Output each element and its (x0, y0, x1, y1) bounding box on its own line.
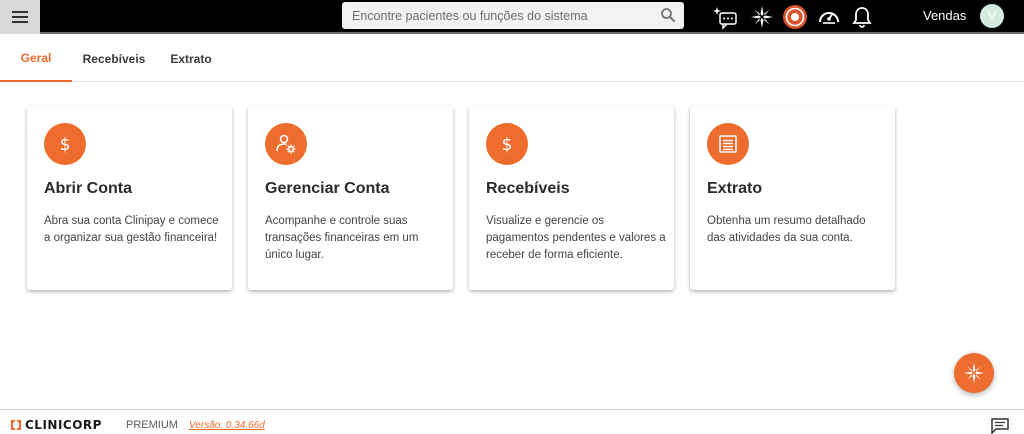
logo-text: CLINICORP (25, 418, 102, 432)
svg-text:$: $ (60, 135, 71, 155)
top-bar: Vendas V (0, 0, 1024, 34)
chat-icon[interactable] (991, 418, 1009, 434)
speedometer-icon (819, 12, 839, 24)
clinicorp-logo: CLINICORP (10, 418, 102, 432)
ai-chat-icon (713, 7, 737, 30)
card-description: Acompanhe e controle suas transações fin… (265, 215, 419, 261)
avatar[interactable]: V (980, 4, 1004, 28)
ai-chat-button[interactable] (712, 4, 738, 30)
document-list-icon (719, 135, 737, 153)
ai-assistant-fab[interactable] (954, 353, 994, 393)
record-icon (783, 5, 807, 29)
plan-label: PREMIUM (126, 419, 178, 431)
card-title: Extrato (707, 180, 763, 197)
version-link[interactable]: Versão: 0.34.66d (189, 420, 265, 431)
sparkle-icon (751, 6, 773, 28)
search-box (342, 2, 684, 29)
dollar-icon: $ (502, 135, 513, 155)
tab-bar: Geral Recebíveis Extrato (0, 36, 1024, 82)
notifications-button[interactable] (849, 4, 875, 30)
card-recebiveis[interactable]: $ Recebíveis Visualize e gerencie os pag… (469, 106, 674, 290)
footer: CLINICORP PREMIUM Versão: 0.34.66d (0, 409, 1024, 434)
svg-text:$: $ (502, 135, 513, 155)
card-title: Gerenciar Conta (265, 180, 390, 197)
sparkle-icon (963, 362, 985, 384)
card-title: Recebíveis (486, 180, 570, 197)
tab-recebiveis[interactable]: Recebíveis (72, 36, 156, 82)
menu-button[interactable] (0, 0, 40, 34)
search-input[interactable] (352, 8, 652, 23)
logo-mark-icon (11, 420, 21, 430)
dollar-icon: $ (60, 135, 71, 155)
card-description: Visualize e gerencie os pagamentos pende… (486, 215, 666, 261)
card-icon-circle: $ (44, 123, 86, 165)
card-abrir-conta[interactable]: $ Abrir Conta Abra sua conta Clinipay e … (27, 106, 232, 290)
speedometer-button[interactable] (816, 4, 842, 30)
card-icon-circle (265, 123, 307, 165)
card-icon-circle (707, 123, 749, 165)
card-gerenciar-conta[interactable]: Gerenciar Conta Acompanhe e controle sua… (248, 106, 453, 290)
card-title: Abrir Conta (44, 180, 132, 197)
tab-extrato[interactable]: Extrato (156, 36, 226, 82)
card-description: Abra sua conta Clinipay e comece a organ… (44, 215, 219, 244)
card-icon-circle: $ (486, 123, 528, 165)
bell-icon (852, 7, 872, 28)
user-settings-icon (276, 134, 296, 154)
card-extrato[interactable]: Extrato Obtenha um resumo detalhado das … (690, 106, 895, 290)
tab-geral[interactable]: Geral (0, 36, 72, 82)
user-name[interactable]: Vendas (923, 8, 966, 23)
card-description: Obtenha um resumo detalhado das atividad… (707, 215, 866, 244)
sparkle-button[interactable] (749, 4, 775, 30)
record-button[interactable] (782, 4, 808, 30)
search-icon[interactable] (660, 7, 676, 23)
menu-icon (12, 11, 28, 23)
